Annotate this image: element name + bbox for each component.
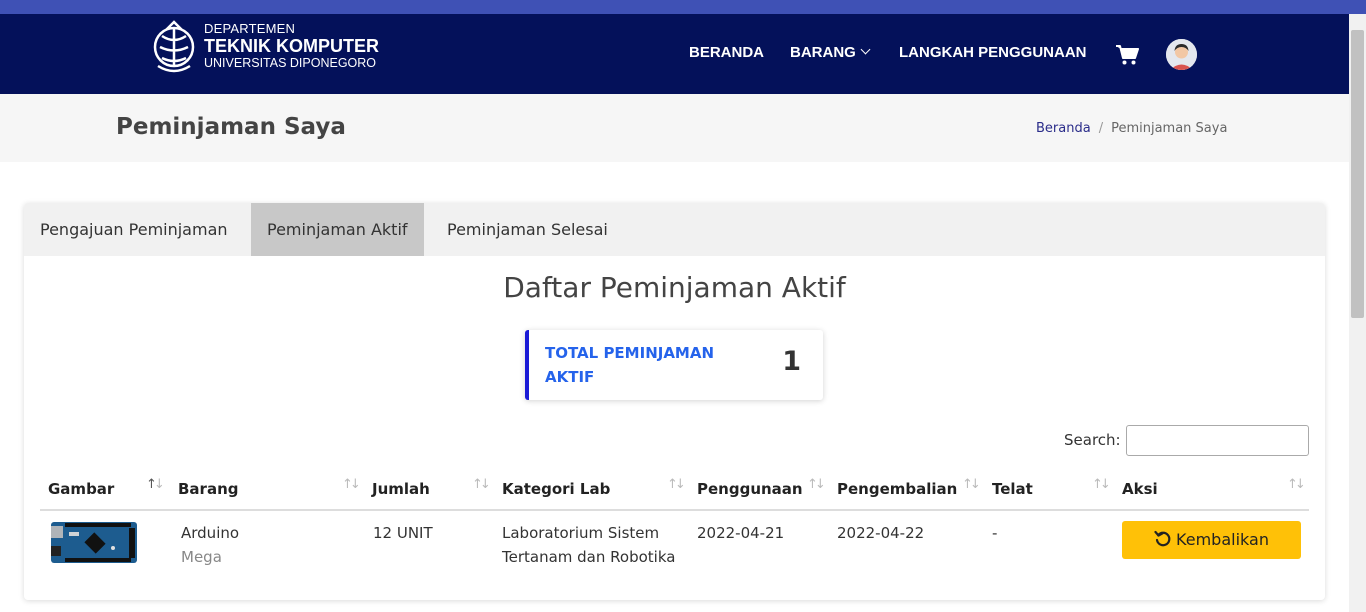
nav-beranda[interactable]: BERANDA: [689, 44, 764, 61]
breadcrumb: Beranda / Peminjaman Saya: [1036, 121, 1227, 136]
brand-text[interactable]: DEPARTEMEN TEKNIK KOMPUTER UNIVERSITAS D…: [204, 22, 379, 70]
column-header-kategori-lab[interactable]: Kategori Lab: [502, 480, 610, 498]
item-variant: Mega: [181, 548, 222, 566]
nav-barang-dropdown[interactable]: BARANG: [790, 44, 871, 61]
column-header-gambar[interactable]: Gambar: [48, 480, 114, 498]
total-active-loans-card: TOTAL PEMINJAMAN AKTIF 1: [525, 330, 823, 400]
breadcrumb-beranda-link[interactable]: Beranda: [1036, 121, 1091, 136]
section-title: Daftar Peminjaman Aktif: [503, 271, 846, 304]
quantity-cell: 12 UNIT: [373, 524, 433, 542]
sort-icon[interactable]: ↑↓: [146, 477, 165, 492]
scrollbar-thumb[interactable]: [1351, 30, 1364, 318]
page-header: Peminjaman Saya Beranda / Peminjaman Saya: [0, 94, 1349, 162]
tab-peminjaman-aktif[interactable]: Peminjaman Aktif: [251, 203, 424, 256]
sort-icon[interactable]: ↑↓: [472, 477, 491, 492]
loans-card: Pengajuan Peminjaman Peminjaman Aktif Pe…: [24, 203, 1325, 600]
sort-icon[interactable]: ↑↓: [1287, 477, 1306, 492]
university-emblem-icon: [153, 20, 195, 73]
browser-top-strip: [0, 0, 1366, 14]
usage-date-cell: 2022-04-21: [697, 524, 785, 542]
return-date-cell: 2022-04-22: [837, 524, 925, 542]
column-header-telat[interactable]: Telat: [992, 480, 1033, 498]
arduino-board-image: [51, 522, 137, 563]
user-avatar[interactable]: [1166, 39, 1197, 70]
page-scrollbar[interactable]: [1349, 14, 1366, 612]
nav-barang-label: BARANG: [790, 44, 856, 61]
loan-tabs: Pengajuan Peminjaman Peminjaman Aktif Pe…: [24, 203, 1325, 256]
chevron-down-icon: [860, 44, 871, 55]
item-name-cell: Arduino Mega: [181, 521, 239, 569]
breadcrumb-current: Peminjaman Saya: [1111, 121, 1228, 136]
brand-line-2: TEKNIK KOMPUTER: [204, 36, 379, 56]
column-header-barang[interactable]: Barang: [178, 480, 239, 498]
column-header-penggunaan[interactable]: Penggunaan: [697, 480, 803, 498]
return-button-label: Kembalikan: [1176, 530, 1269, 549]
sort-icon[interactable]: ↑↓: [962, 477, 981, 492]
column-header-jumlah[interactable]: Jumlah: [372, 480, 430, 498]
search-input[interactable]: [1126, 425, 1309, 456]
table-header-divider: [40, 509, 1309, 511]
nav-langkah-penggunaan[interactable]: LANGKAH PENGGUNAAN: [899, 44, 1087, 61]
lab-category-cell: Laboratorium Sistem Tertanam dan Robotik…: [502, 524, 676, 566]
late-cell: -: [992, 524, 998, 542]
column-header-aksi[interactable]: Aksi: [1122, 480, 1158, 498]
page-title: Peminjaman Saya: [116, 114, 346, 140]
brand-line-1: DEPARTEMEN: [204, 21, 296, 36]
main-navbar: DEPARTEMEN TEKNIK KOMPUTER UNIVERSITAS D…: [0, 14, 1349, 94]
tab-peminjaman-selesai[interactable]: Peminjaman Selesai: [431, 203, 624, 256]
return-item-button[interactable]: Kembalikan: [1122, 521, 1301, 559]
breadcrumb-separator: /: [1098, 121, 1104, 136]
shopping-cart-icon[interactable]: [1115, 44, 1139, 66]
item-name: Arduino: [181, 524, 240, 542]
sort-icon[interactable]: ↑↓: [342, 477, 361, 492]
search-label: Search:: [1064, 431, 1121, 449]
stat-value: 1: [782, 346, 801, 377]
sort-icon[interactable]: ↑↓: [1092, 477, 1111, 492]
sort-icon[interactable]: ↑↓: [807, 477, 826, 492]
user-avatar-icon: [1166, 39, 1197, 70]
stat-label: TOTAL PEMINJAMAN AKTIF: [545, 344, 715, 386]
tab-pengajuan-peminjaman[interactable]: Pengajuan Peminjaman: [24, 203, 244, 256]
brand-line-3: UNIVERSITAS DIPONEGORO: [204, 56, 377, 70]
sort-icon[interactable]: ↑↓: [667, 477, 686, 492]
undo-icon: [1154, 530, 1171, 546]
column-header-pengembalian[interactable]: Pengembalian: [837, 480, 957, 498]
